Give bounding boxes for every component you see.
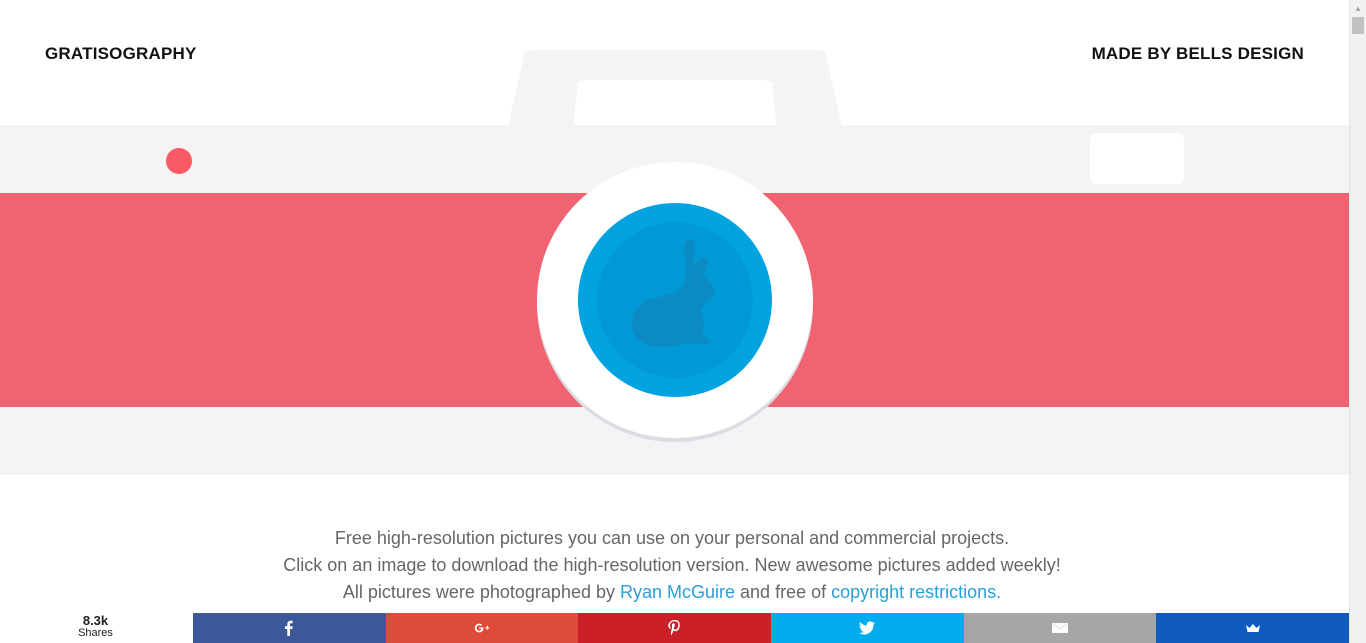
intro-line-3-middle: and free of [735,582,832,602]
photographer-link[interactable]: Ryan McGuire [620,582,735,602]
copyright-link[interactable]: copyright restrictions. [831,582,1001,602]
twitter-icon [859,621,876,635]
intro-line-3-prefix: All pictures were photographed by [342,582,620,602]
scrollbar-thumb[interactable] [1352,17,1364,34]
made-by-link[interactable]: MADE BY BELLS DESIGN [1092,44,1304,64]
page: GRATISOGRAPHY MADE BY BELLS DESIGN Free … [0,0,1349,643]
rabbit-icon [631,239,715,347]
pinterest-icon [667,620,680,636]
site-logo-link[interactable]: GRATISOGRAPHY [45,44,197,64]
share-count-label: Shares [78,627,113,639]
intro-line-1: Free high-resolution pictures you can us… [334,528,1010,548]
scroll-up-arrow-icon[interactable]: ▲ [1350,0,1366,17]
intro-line-2: Click on an image to download the high-r… [283,555,1061,575]
share-email-button[interactable] [963,613,1157,643]
intro-text: Free high-resolution pictures you can us… [0,525,1344,606]
share-twitter-button[interactable] [771,613,964,643]
camera-flash [1090,133,1184,184]
share-facebook-button[interactable] [193,613,386,643]
share-google-plus-button[interactable] [385,613,579,643]
crown-icon [1245,624,1260,632]
share-pinterest-button[interactable] [578,613,772,643]
facebook-icon [285,620,294,636]
email-icon [1052,623,1069,633]
share-bar: 8.3k Shares [0,613,1349,643]
google-plus-icon [474,623,490,633]
share-sumo-button[interactable] [1156,613,1349,643]
vertical-scrollbar[interactable]: ▲ [1349,0,1366,643]
record-dot-icon [166,148,192,174]
share-count: 8.3k Shares [0,613,193,643]
intro-line-3: All pictures were photographed by Ryan M… [0,579,1344,606]
share-count-number: 8.3k [82,613,109,628]
